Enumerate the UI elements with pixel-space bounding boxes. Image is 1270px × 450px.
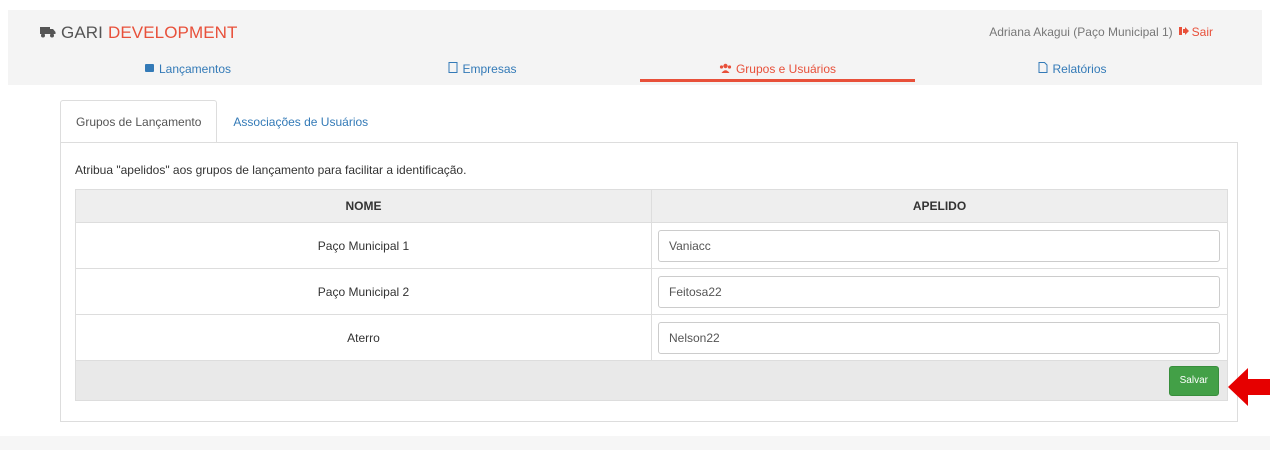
user-label: Adriana Akagui (Paço Municipal 1) [989, 25, 1173, 39]
apelido-input[interactable] [658, 229, 1220, 262]
nav-item-lancamentos[interactable]: Lançamentos [40, 56, 335, 82]
sign-out-icon[interactable] [1178, 26, 1189, 39]
header-nome: NOME [75, 189, 652, 223]
table-row: Paço Municipal 1 [75, 222, 1228, 269]
apelido-input[interactable] [658, 275, 1220, 308]
nav-item-empresas[interactable]: Empresas [335, 56, 630, 82]
logout-link[interactable]: Sair [1192, 25, 1213, 39]
header-apelido: APELIDO [651, 189, 1228, 223]
tab-grupos-lancamento[interactable]: Grupos de Lançamento [60, 100, 218, 143]
main-nav: Lançamentos Empresas Grupos e Usuários R… [40, 56, 1220, 82]
save-button[interactable]: Salvar [1168, 365, 1219, 396]
row-apelido-cell [651, 314, 1228, 361]
table-row: Aterro [75, 314, 1228, 361]
user-area: Adriana Akagui (Paço Municipal 1) Sair [989, 25, 1213, 39]
nav-item-relatorios[interactable]: Relatórios [925, 56, 1220, 82]
row-apelido-cell [651, 222, 1228, 269]
building-icon [448, 62, 458, 76]
table-header-row: NOME APELIDO [75, 189, 1228, 223]
tab-bar: Grupos de Lançamento Associações de Usuá… [60, 100, 384, 143]
row-nome: Aterro [75, 314, 652, 361]
apelidos-table: NOME APELIDO Paço Municipal 1 Paço Munic… [75, 189, 1228, 401]
table-footer-row: Salvar [75, 360, 1228, 401]
brand-primary: GARI [61, 23, 103, 42]
rocket-icon [144, 63, 155, 76]
tab-associacoes-usuarios[interactable]: Associações de Usuários [217, 100, 384, 142]
nav-item-grupos-usuarios[interactable]: Grupos e Usuários [630, 56, 925, 82]
nav-label: Relatórios [1052, 62, 1107, 76]
red-arrow-annotation-icon [1228, 368, 1270, 406]
page: GARI DEVELOPMENT Adriana Akagui (Paço Mu… [0, 0, 1270, 450]
nav-label: Grupos e Usuários [735, 62, 837, 76]
users-icon [719, 63, 732, 76]
bottom-strip [0, 436, 1270, 450]
row-nome: Paço Municipal 2 [75, 268, 652, 315]
truck-icon [40, 23, 56, 43]
footer-cell: Salvar [75, 360, 1228, 401]
apelido-input[interactable] [658, 321, 1220, 354]
nav-label: Empresas [462, 62, 517, 76]
instruction-text: Atribua "apelidos" aos grupos de lançame… [75, 163, 467, 177]
file-icon [1038, 62, 1048, 76]
nav-label: Lançamentos [158, 62, 232, 76]
brand-secondary: DEVELOPMENT [107, 23, 238, 42]
brand-logo[interactable]: GARI DEVELOPMENT [40, 23, 238, 43]
row-nome: Paço Municipal 1 [75, 222, 652, 269]
table-row: Paço Municipal 2 [75, 268, 1228, 315]
row-apelido-cell [651, 268, 1228, 315]
